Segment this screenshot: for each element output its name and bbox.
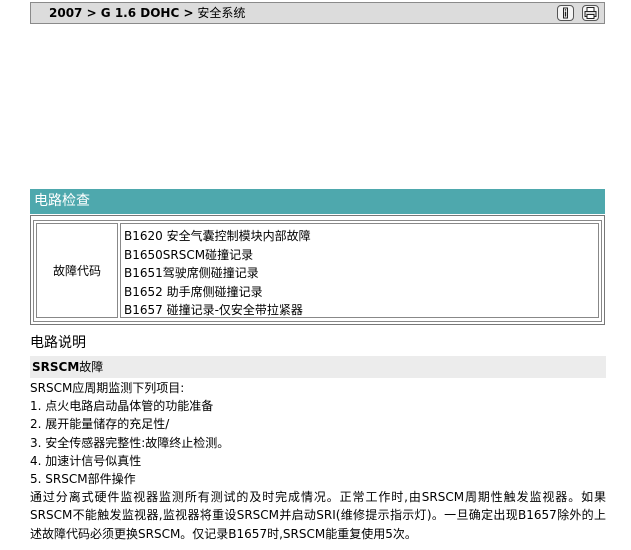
fault-label: 故障 — [79, 360, 104, 374]
srscm-label: SRSCM — [32, 360, 80, 374]
breadcrumb: 2007 > G 1.6 DOHC > 安全系统 — [49, 5, 245, 21]
srscm-fault-heading: SRSCM故障 — [30, 356, 606, 378]
breadcrumb-current: 安全系统 — [193, 6, 246, 20]
dtc-code: B1652 助手席侧碰撞记录 — [124, 284, 263, 299]
dtc-code: B1620 安全气囊控制模块内部故障 — [124, 229, 311, 243]
description-line: 3. 安全传感器完整性:故障终止检测。 — [30, 435, 230, 450]
description-line: 5. SRSCM部件操作 — [30, 472, 136, 487]
description-line: SRSCM应周期监测下列项目: — [30, 381, 185, 395]
description-line: 2. 展开能量储存的充足性/ — [30, 417, 170, 432]
print-button[interactable] — [582, 5, 599, 21]
circuit-description: SRSCM应周期监测下列项目: 1. 点火电路启动晶体管的功能准备 2. 展开能… — [30, 379, 606, 543]
info-button[interactable] — [557, 5, 574, 21]
dtc-label: 故障代码 — [36, 223, 118, 318]
info-icon — [563, 7, 568, 19]
description-line: 1. 点火电路启动晶体管的功能准备 — [30, 399, 214, 414]
dtc-table: 故障代码 B1620 安全气囊控制模块内部故障 B1650SRSCM碰撞记录 B… — [33, 220, 602, 322]
breadcrumb-path[interactable]: 2007 > G 1.6 DOHC > — [49, 6, 194, 20]
dtc-code: B1651驾驶席侧碰撞记录 — [124, 266, 259, 280]
dtc-code: B1650SRSCM碰撞记录 — [124, 247, 254, 262]
description-paragraph: 通过分离式硬件监视器监测所有测试的及时完成情况。正常工作时,由SRSCM周期性触… — [30, 490, 606, 541]
dtc-table-container: 故障代码 B1620 安全气囊控制模块内部故障 B1650SRSCM碰撞记录 B… — [30, 215, 605, 325]
printer-icon — [584, 7, 597, 19]
circuit-description-heading: 电路说明 — [30, 335, 86, 351]
dtc-code-list: B1620 安全气囊控制模块内部故障 B1650SRSCM碰撞记录 B1651驾… — [120, 223, 599, 318]
dtc-code: B1657 碰撞记录-仅安全带拉紧器 — [124, 303, 303, 317]
description-line: 4. 加速计信号似真性 — [30, 453, 142, 468]
section-title-circuit-inspection: 电路检查 — [30, 189, 605, 214]
top-toolbar: 2007 > G 1.6 DOHC > 安全系统 — [30, 2, 605, 24]
